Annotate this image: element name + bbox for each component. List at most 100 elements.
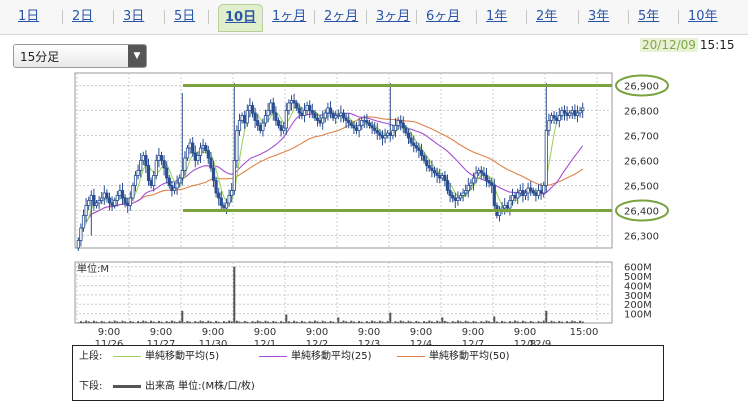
candle-body — [193, 152, 197, 161]
candle-body — [461, 192, 465, 196]
candle-body — [375, 130, 379, 134]
candle-body — [308, 105, 312, 111]
candle-body — [120, 190, 125, 199]
candle-body — [107, 197, 112, 204]
candle-body — [269, 102, 273, 111]
candle-body — [84, 205, 88, 216]
candle-body — [172, 187, 177, 191]
candle-body — [305, 105, 309, 111]
candle-body — [152, 175, 156, 186]
candle-body — [352, 125, 356, 129]
candle-body — [274, 112, 278, 121]
candle-body — [409, 137, 413, 144]
candle-body — [141, 155, 145, 161]
candle-body — [386, 132, 390, 136]
x-time-label: 9:00 — [410, 327, 432, 338]
candle-body — [102, 192, 106, 199]
candle-body — [432, 170, 437, 174]
candle-body — [404, 127, 408, 134]
candle-body — [510, 195, 515, 201]
candle-body — [378, 132, 382, 136]
candle-body — [445, 180, 450, 191]
candle-body — [201, 145, 205, 149]
candle-body — [508, 200, 512, 209]
candle-body — [360, 120, 364, 126]
candle-body — [178, 177, 182, 184]
candle-body — [157, 155, 161, 161]
candle-body — [284, 110, 288, 129]
ma5-swatch — [113, 355, 141, 357]
candle-body — [555, 117, 559, 121]
candle-body — [313, 112, 317, 119]
candle-body — [321, 117, 325, 124]
candle-body — [479, 170, 483, 174]
candle-body — [557, 115, 561, 121]
candle-body — [336, 115, 340, 117]
candle-body — [180, 170, 184, 179]
candle-body — [292, 100, 296, 104]
candle-body — [477, 170, 481, 174]
candle-body — [419, 150, 424, 156]
candle-body — [406, 132, 411, 139]
candle-body — [482, 172, 486, 176]
volume-tick-label: 400M — [624, 281, 652, 292]
candle-body — [206, 150, 210, 159]
candle-body — [188, 142, 192, 149]
candle-body — [253, 112, 257, 121]
candle-body — [440, 175, 444, 179]
candle-body — [261, 122, 265, 131]
candle-body — [258, 125, 262, 131]
candle-body — [453, 197, 457, 201]
legend-lower-label: 下段: — [79, 381, 103, 392]
candle-body — [133, 175, 138, 186]
candle-body — [198, 147, 203, 156]
candle-body — [435, 172, 439, 176]
candle-body — [427, 165, 431, 169]
candle-body — [471, 177, 476, 184]
price-tick-label: 26,500 — [624, 182, 659, 193]
x-time-label: 9:00 — [462, 327, 484, 338]
candle-body — [474, 172, 478, 179]
candle-body — [562, 110, 567, 114]
candle-body — [516, 192, 520, 199]
candle-body — [464, 190, 468, 194]
candle-body — [217, 192, 221, 199]
candle-body — [204, 145, 208, 151]
candle-body — [357, 125, 361, 131]
candle-body — [383, 135, 387, 139]
candle-body — [328, 107, 333, 114]
candle-body — [401, 122, 405, 129]
candle-body — [146, 165, 151, 181]
candle-body — [295, 102, 299, 109]
candle-body — [118, 190, 122, 196]
candle-body — [139, 160, 143, 171]
ma50-swatch — [397, 355, 425, 357]
ma25-swatch — [259, 355, 287, 357]
price-tick-label: 26,300 — [624, 232, 659, 243]
legend-upper-label: 上段: — [79, 351, 103, 362]
candle-body — [391, 130, 395, 136]
candle-body — [185, 147, 190, 159]
candle-body — [149, 180, 153, 186]
price-tick-label: 26,800 — [624, 107, 659, 118]
candle-body — [214, 180, 218, 194]
candle-body — [573, 110, 577, 116]
candle-body — [518, 190, 522, 194]
candle-body — [250, 105, 255, 114]
volume-tick-label: 600M — [624, 263, 652, 274]
candle-body — [448, 190, 452, 196]
candle-body — [302, 110, 307, 116]
candle-body — [165, 167, 169, 179]
candle-body — [263, 115, 268, 124]
candle-body — [513, 195, 517, 199]
candle-body — [279, 125, 283, 131]
legend-volume: 出来高 単位:(M株/口/枚) — [113, 380, 255, 394]
x-time-label: 15:00 — [570, 327, 599, 338]
candle-body — [128, 197, 132, 206]
candle-body — [323, 112, 327, 119]
candle-body — [297, 107, 301, 114]
candle-body — [245, 110, 249, 124]
candle-body — [380, 135, 385, 139]
candle-body — [570, 110, 574, 114]
candle-body — [326, 107, 330, 114]
